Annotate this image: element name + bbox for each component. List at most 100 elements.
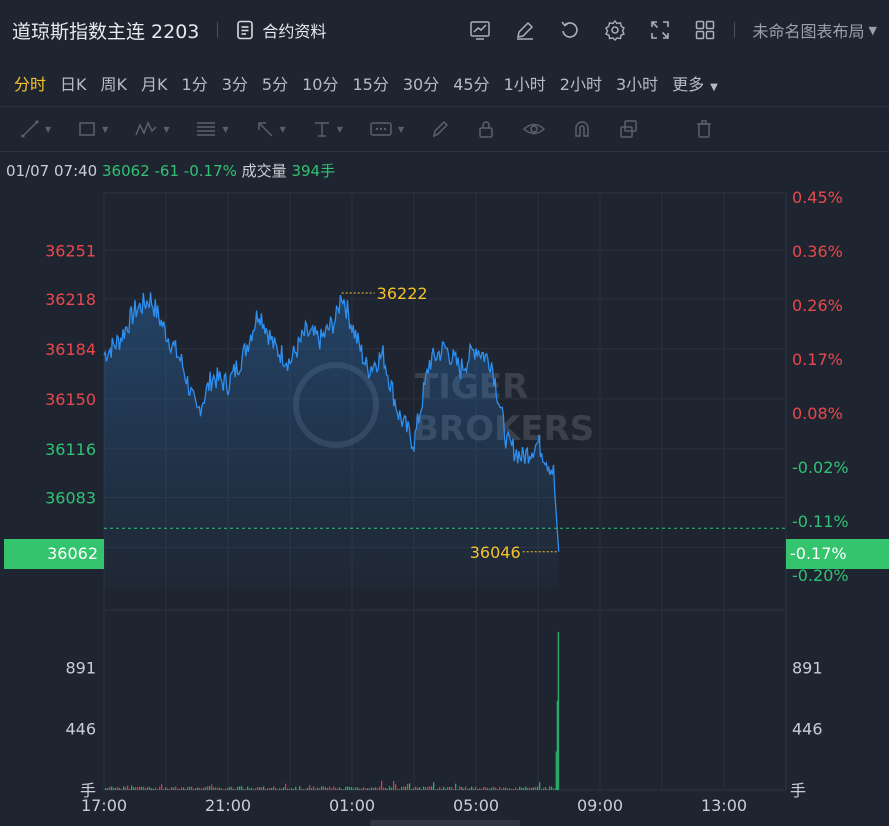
price-axis-label-1: 36218 [45,290,96,309]
volume-bar-129 [363,787,365,790]
high-marker-label: 36222 [377,284,428,303]
volume-bar-105 [315,788,317,790]
volume-bar-99 [303,788,305,790]
volume-bar-211 [527,787,529,790]
volume-bar-151 [407,783,409,790]
volume-bar-176 [457,789,459,790]
volume-bar-185 [475,786,477,790]
volume-bar-190 [485,787,487,790]
volume-bar-13 [131,785,133,790]
volume-bar-222 [549,786,551,790]
pct-axis-label-3: 0.17% [792,350,843,369]
volume-bar-221 [547,789,549,790]
volume-bar-141 [387,788,389,790]
time-axis-label-0: 17:00 [81,796,127,815]
volume-bar-202 [509,788,511,790]
volume-bar-54 [213,787,215,790]
volume-bar-170 [445,788,447,790]
volume-bar-25 [155,787,157,790]
volume-bar-135 [375,787,377,790]
volume-bar-125 [355,787,357,790]
volume-bar-spike-2 [557,631,560,790]
volume-bar-214 [533,787,535,790]
volume-bar-92 [289,788,291,790]
volume-bar-3 [111,786,113,790]
volume-bar-130 [365,788,367,790]
volume-bar-167 [439,787,441,790]
volume-bar-108 [321,786,323,790]
volume-bar-182 [469,788,471,790]
volume-bar-184 [473,788,475,790]
volume-bar-41 [187,787,189,790]
volume-bar-133 [371,787,373,790]
volume-bar-195 [495,787,497,790]
volume-bar-201 [507,788,509,790]
volume-bar-143 [391,787,393,790]
volume-bar-118 [341,789,343,790]
volume-bar-57 [219,787,221,790]
volume-bar-97 [299,786,301,790]
volume-bar-87 [279,787,281,790]
volume-bar-131 [367,788,369,790]
volume-bar-224 [553,788,555,790]
volume-bar-91 [287,788,289,790]
volume-bar-217 [539,782,541,790]
volume-bar-121 [347,786,349,790]
volume-bar-117 [339,787,341,790]
volume-bar-17 [139,786,141,790]
volume-bar-31 [167,788,169,790]
pct-axis-label-5: -0.02% [792,458,849,477]
volume-bar-70 [245,789,247,790]
volume-bar-82 [269,788,271,790]
volume-bar-14 [133,787,135,790]
volume-bar-4 [113,788,115,790]
volume-bar-173 [451,787,453,790]
volume-bar-61 [227,788,229,790]
volume-bar-80 [265,789,267,790]
volume-bar-223 [551,786,553,790]
volume-bar-28 [161,784,163,790]
volume-bar-140 [385,787,387,790]
volume-bar-194 [493,786,495,790]
volume-bar-74 [253,789,255,790]
volume-bar-73 [251,787,253,790]
volume-bar-136 [377,788,379,790]
volume-bar-38 [181,787,183,790]
volume-bar-52 [209,786,211,790]
volume-bar-157 [419,787,421,790]
time-axis-label-3: 05:00 [453,796,499,815]
volume-bar-198 [501,788,503,790]
volume-bar-114 [333,786,335,790]
volume-bar-5 [115,787,117,790]
volume-bar-58 [221,788,223,790]
low-marker-label: 36046 [470,543,521,562]
price-axis-label-5: 36083 [45,488,96,507]
volume-bar-116 [337,788,339,790]
volume-bar-81 [267,787,269,790]
volume-bar-177 [459,786,461,790]
volume-bar-163 [431,786,433,790]
volume-bar-210 [525,786,527,790]
volume-bar-55 [215,787,217,790]
pct-axis-label-0: 0.45% [792,188,843,207]
volume-bar-132 [369,788,371,790]
volume-bar-165 [435,789,437,790]
volume-bar-67 [239,786,241,790]
pct-axis-label-2: 0.26% [792,296,843,315]
volume-bar-26 [157,789,159,790]
volume-bar-123 [351,787,353,790]
time-axis-label-1: 21:00 [205,796,251,815]
pct-axis-label-6: -0.11% [792,512,849,531]
volume-bar-27 [159,786,161,790]
volume-bar-39 [183,787,185,790]
volume-bar-66 [237,786,239,790]
time-axis-label-4: 09:00 [577,796,623,815]
volume-bar-15 [135,787,137,790]
volume-bar-149 [403,786,405,790]
volume-bar-102 [309,785,311,790]
volume-bar-219 [543,787,545,790]
volume-bar-112 [329,786,331,790]
volume-axis-left-0: 891 [65,658,96,677]
intraday-chart[interactable]: TIGERBROKERS3622236046362513621836184361… [0,0,889,826]
volume-bar-159 [423,786,425,790]
